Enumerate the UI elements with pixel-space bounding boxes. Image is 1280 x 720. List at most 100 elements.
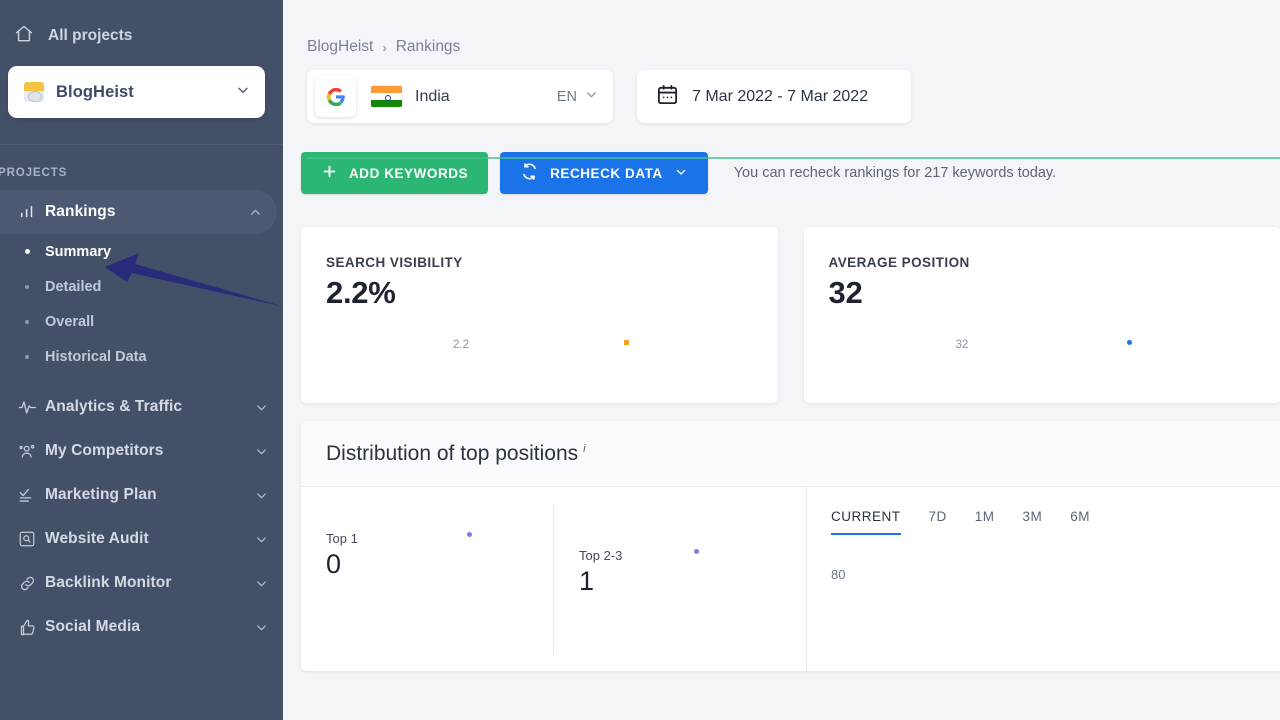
- panel-title: Distribution of top positions i: [326, 442, 586, 466]
- distribution-point: [467, 532, 472, 537]
- info-icon[interactable]: i: [583, 443, 585, 455]
- sidebar-item-analytics-traffic[interactable]: Analytics & Traffic: [0, 385, 283, 429]
- distribution-column-top-1: Top 1 0: [301, 487, 553, 671]
- sidebar-subitem-label: Historical Data: [45, 349, 147, 365]
- plus-icon: [321, 163, 338, 183]
- sidebar-subitem-historical-data[interactable]: Historical Data: [0, 339, 283, 374]
- index-progress-bar: 100% INDEXED: [283, 157, 1280, 159]
- app-root: All projects BlogHeist PROJECTS: [0, 0, 1280, 720]
- sidebar-subitem-label: Overall: [45, 314, 94, 330]
- sidebar-nav: Rankings Summary Detailed Overall Histor…: [0, 190, 283, 649]
- panel-title-text: Distribution of top positions: [326, 442, 578, 465]
- date-range-filter[interactable]: 7 Mar 2022 - 7 Mar 2022: [637, 70, 911, 123]
- calendar-icon: [656, 83, 679, 111]
- filters-row: India EN 7 Mar 2022 - 7 Mar 2022: [283, 56, 1280, 123]
- breadcrumb: BlogHeist › Rankings: [283, 0, 1280, 56]
- sidebar-item-marketing-plan[interactable]: Marketing Plan: [0, 473, 283, 517]
- sidebar-item-website-audit[interactable]: Website Audit: [0, 517, 283, 561]
- bullet-icon: [9, 249, 45, 254]
- chevron-down-icon: [239, 400, 283, 415]
- google-icon: [315, 76, 356, 117]
- all-projects-link[interactable]: All projects: [0, 14, 283, 58]
- sidebar-top: All projects BlogHeist PROJECTS: [0, 0, 283, 179]
- distribution-value: 1: [579, 566, 594, 597]
- sparkline-point: [624, 340, 629, 345]
- sidebar-subitem-summary[interactable]: Summary: [0, 234, 283, 269]
- distribution-value: 0: [326, 549, 341, 580]
- project-selector[interactable]: BlogHeist: [8, 66, 265, 118]
- project-avatar-icon: [24, 82, 44, 102]
- geo-filter[interactable]: India EN: [307, 70, 613, 123]
- sidebar-item-backlink-monitor[interactable]: Backlink Monitor: [0, 561, 283, 605]
- breadcrumb-page[interactable]: Rankings: [396, 38, 461, 56]
- thumbs-up-icon: [9, 618, 45, 637]
- geo-language-label: EN: [557, 89, 577, 105]
- main-content: BlogHeist › Rankings India EN: [283, 0, 1280, 720]
- sidebar: All projects BlogHeist PROJECTS: [0, 0, 283, 720]
- home-icon: [14, 24, 34, 49]
- sidebar-item-label: Analytics & Traffic: [45, 398, 239, 416]
- sidebar-item-label: Website Audit: [45, 530, 239, 548]
- bullet-icon: [9, 320, 45, 324]
- chevron-up-icon: [233, 205, 277, 220]
- sidebar-item-label: Social Media: [45, 618, 239, 636]
- stat-card-value: 32: [829, 275, 863, 311]
- stat-card-average-position: AVERAGE POSITION 32 32: [804, 227, 1280, 403]
- magnifier-box-icon: [9, 530, 45, 548]
- tab-3m[interactable]: 3M: [1023, 509, 1043, 533]
- distribution-label: Top 2-3: [579, 548, 622, 563]
- tab-current[interactable]: CURRENT: [831, 509, 901, 535]
- all-projects-label: All projects: [48, 27, 132, 45]
- chevron-down-icon: [235, 82, 251, 103]
- chevron-down-icon: [239, 576, 283, 591]
- recheck-data-label: RECHECK DATA: [550, 166, 663, 181]
- recheck-note: You can recheck rankings for 217 keyword…: [734, 165, 1056, 181]
- link-icon: [9, 574, 45, 593]
- stat-card-search-visibility: SEARCH VISIBILITY 2.2% 2.2: [301, 227, 778, 403]
- sidebar-subitem-overall[interactable]: Overall: [0, 304, 283, 339]
- geo-country-label: India: [415, 88, 557, 106]
- tab-6m[interactable]: 6M: [1070, 509, 1090, 533]
- sidebar-item-rankings[interactable]: Rankings: [0, 190, 277, 234]
- chevron-down-icon: [584, 87, 599, 107]
- sparkline-label: 2.2: [453, 339, 469, 351]
- sidebar-section-label: PROJECTS: [0, 145, 283, 179]
- breadcrumb-project[interactable]: BlogHeist: [307, 38, 373, 56]
- sparkline-label: 32: [956, 339, 969, 351]
- chevron-down-icon: [674, 165, 688, 182]
- pulse-icon: [9, 398, 45, 417]
- distribution-panel: Distribution of top positions i Top 1 0 T…: [301, 421, 1280, 671]
- tab-7d[interactable]: 7D: [929, 509, 947, 533]
- bullet-icon: [9, 285, 45, 289]
- sidebar-item-social-media[interactable]: Social Media: [0, 605, 283, 649]
- chevron-down-icon: [239, 620, 283, 635]
- stat-card-value: 2.2%: [326, 275, 395, 311]
- sidebar-item-label: My Competitors: [45, 442, 239, 460]
- checklist-icon: [9, 486, 45, 505]
- tab-1m[interactable]: 1M: [975, 509, 995, 533]
- distribution-panel-header: Distribution of top positions i: [301, 421, 1280, 487]
- chevron-down-icon: [239, 444, 283, 459]
- chevron-down-icon: [239, 488, 283, 503]
- nav-spacer: [0, 374, 283, 385]
- distribution-chart: CURRENT 7D 1M 3M 6M TO 80: [807, 487, 1280, 671]
- chart-y-tick: 80: [831, 567, 845, 582]
- distribution-column-top-2-3: Top 2-3 1: [553, 504, 806, 654]
- distribution-label: Top 1: [326, 531, 358, 546]
- sidebar-subitem-label: Summary: [45, 244, 111, 260]
- refresh-icon: [520, 162, 539, 184]
- date-range-label: 7 Mar 2022 - 7 Mar 2022: [692, 88, 868, 106]
- sidebar-subitem-detailed[interactable]: Detailed: [0, 269, 283, 304]
- distribution-point: [694, 549, 699, 554]
- bar-chart-icon: [9, 203, 45, 221]
- chevron-down-icon: [239, 532, 283, 547]
- project-name: BlogHeist: [56, 83, 223, 102]
- distribution-panel-body: Top 1 0 Top 2-3 1 CURRENT 7D 1M: [301, 487, 1280, 671]
- breadcrumb-separator-icon: ›: [382, 40, 386, 55]
- sidebar-item-label: Backlink Monitor: [45, 574, 239, 592]
- sidebar-item-label: Rankings: [45, 203, 233, 221]
- sidebar-item-label: Marketing Plan: [45, 486, 239, 504]
- india-flag-icon: [371, 86, 402, 107]
- sidebar-item-my-competitors[interactable]: My Competitors: [0, 429, 283, 473]
- people-icon: [9, 442, 45, 461]
